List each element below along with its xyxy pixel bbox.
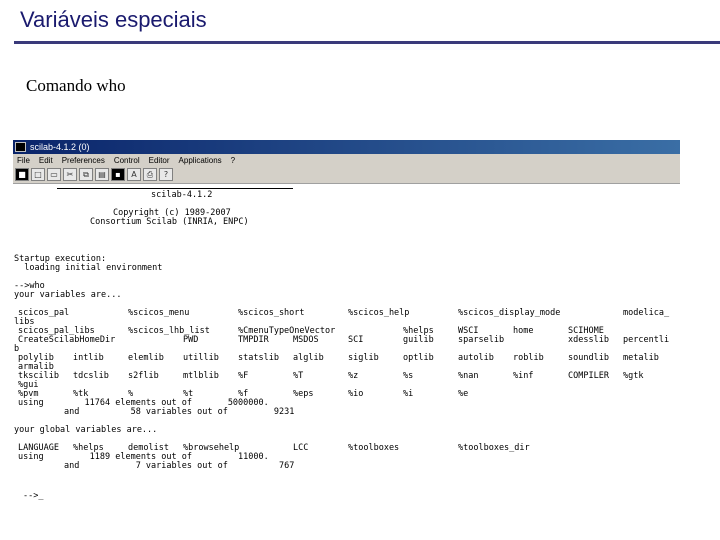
variable-cell: metalib bbox=[623, 353, 659, 363]
variable-cell: COMPILER bbox=[568, 371, 609, 381]
variable-cell: %e bbox=[458, 389, 469, 399]
globals-summary: and 7 variables out of 767 bbox=[18, 461, 295, 471]
scinotes-icon[interactable]: ▪ bbox=[111, 168, 125, 181]
variable-cell: SCI bbox=[348, 335, 364, 345]
variable-cell: %z bbox=[348, 371, 359, 381]
variable-cell: statslib bbox=[238, 353, 279, 363]
paste-icon[interactable]: ▤ bbox=[95, 168, 109, 181]
variable-cell: utillib bbox=[183, 353, 219, 363]
variable-cell: intlib bbox=[73, 353, 104, 363]
copy-icon[interactable]: ⧉ bbox=[79, 168, 93, 181]
cut-icon[interactable]: ✂ bbox=[63, 168, 77, 181]
variables-header: your variables are... bbox=[14, 290, 122, 300]
console-area[interactable]: scilab-4.1.2 Copyright (c) 1989-2007 Con… bbox=[13, 184, 680, 535]
variable-cell: %scicos_display_mode bbox=[458, 308, 561, 318]
menu-help[interactable]: ? bbox=[231, 156, 235, 165]
menu-edit[interactable]: Edit bbox=[39, 156, 53, 165]
toolbar: ■ □ ▭ ✂ ⧉ ▤ ▪ A ⎙ ? bbox=[13, 166, 680, 184]
variable-cell: alglib bbox=[293, 353, 324, 363]
variable-cell: %eps bbox=[293, 389, 314, 399]
variable-cell: %F bbox=[238, 371, 249, 381]
global-cell: %toolboxes_dir bbox=[458, 443, 530, 453]
variables-summary: and 58 variables out of 9231 bbox=[18, 407, 295, 417]
variable-cell: %gtk bbox=[623, 371, 644, 381]
variable-cell: elemlib bbox=[128, 353, 164, 363]
variable-cell: s2flib bbox=[128, 371, 159, 381]
variable-cell: MSDOS bbox=[293, 335, 319, 345]
window-title: scilab-4.1.2 (0) bbox=[30, 142, 90, 152]
variable-cell: %s bbox=[403, 371, 414, 381]
variable-cell: %T bbox=[293, 371, 304, 381]
variable-cell: modelica_ bbox=[623, 308, 670, 318]
new-file-icon[interactable]: □ bbox=[31, 168, 45, 181]
variable-cell: %io bbox=[348, 389, 364, 399]
open-file-icon[interactable]: ▭ bbox=[47, 168, 61, 181]
variable-cell: %i bbox=[403, 389, 414, 399]
variable-cell: home bbox=[513, 326, 534, 336]
menu-preferences[interactable]: Preferences bbox=[62, 156, 105, 165]
slide-title: Variáveis especiais bbox=[20, 7, 207, 32]
variable-cell: guilib bbox=[403, 335, 434, 345]
variable-cell: soundlib bbox=[568, 353, 609, 363]
variable-cell: roblib bbox=[513, 353, 544, 363]
menu-editor[interactable]: Editor bbox=[149, 156, 170, 165]
variable-cell: %scicos_short bbox=[238, 308, 305, 318]
window-titlebar[interactable]: scilab-4.1.2 (0) bbox=[13, 140, 680, 154]
variable-cell: siglib bbox=[348, 353, 379, 363]
font-icon[interactable]: A bbox=[127, 168, 141, 181]
global-cell: %toolboxes bbox=[348, 443, 400, 453]
menu-applications[interactable]: Applications bbox=[179, 156, 222, 165]
variable-cell: TMPDIR bbox=[238, 335, 269, 345]
print-icon[interactable]: ⎙ bbox=[143, 168, 157, 181]
variable-cell: %inf bbox=[513, 371, 534, 381]
banner-rule bbox=[57, 188, 293, 189]
startup-line: loading initial environment bbox=[14, 263, 163, 273]
variable-cell: CreateScilabHomeDir bbox=[18, 335, 116, 345]
variable-cell: autolib bbox=[458, 353, 494, 363]
slide-subtitle: Comando who bbox=[26, 76, 126, 95]
global-cell: LCC bbox=[293, 443, 309, 453]
variable-cell: optlib bbox=[403, 353, 434, 363]
globals-header: your global variables are... bbox=[14, 425, 158, 435]
menubar: File Edit Preferences Control Editor App… bbox=[13, 154, 680, 166]
variable-cell: mtlblib bbox=[183, 371, 219, 381]
menu-file[interactable]: File bbox=[17, 156, 30, 165]
console-prompt[interactable]: -->_ bbox=[23, 492, 43, 501]
scilab-window: scilab-4.1.2 (0) File Edit Preferences C… bbox=[13, 140, 680, 535]
variable-cell: xdesslib bbox=[568, 335, 609, 345]
scilab-app-icon bbox=[15, 142, 26, 152]
title-rule bbox=[14, 41, 720, 44]
variable-cell: PWD bbox=[183, 335, 199, 345]
variable-cell: %nan bbox=[458, 371, 479, 381]
variable-cell: tdcslib bbox=[73, 371, 109, 381]
banner-consortium: Consortium Scilab (INRIA, ENPC) bbox=[90, 217, 249, 227]
variable-cell: sparselib bbox=[458, 335, 505, 345]
banner-version: scilab-4.1.2 bbox=[151, 190, 213, 200]
help-icon[interactable]: ? bbox=[159, 168, 173, 181]
variable-cell: %scicos_menu bbox=[128, 308, 190, 318]
menu-control[interactable]: Control bbox=[114, 156, 140, 165]
variable-cell: percentli bbox=[623, 335, 670, 345]
variable-cell: %scicos_help bbox=[348, 308, 410, 318]
scilab-logo-icon[interactable]: ■ bbox=[15, 168, 29, 181]
